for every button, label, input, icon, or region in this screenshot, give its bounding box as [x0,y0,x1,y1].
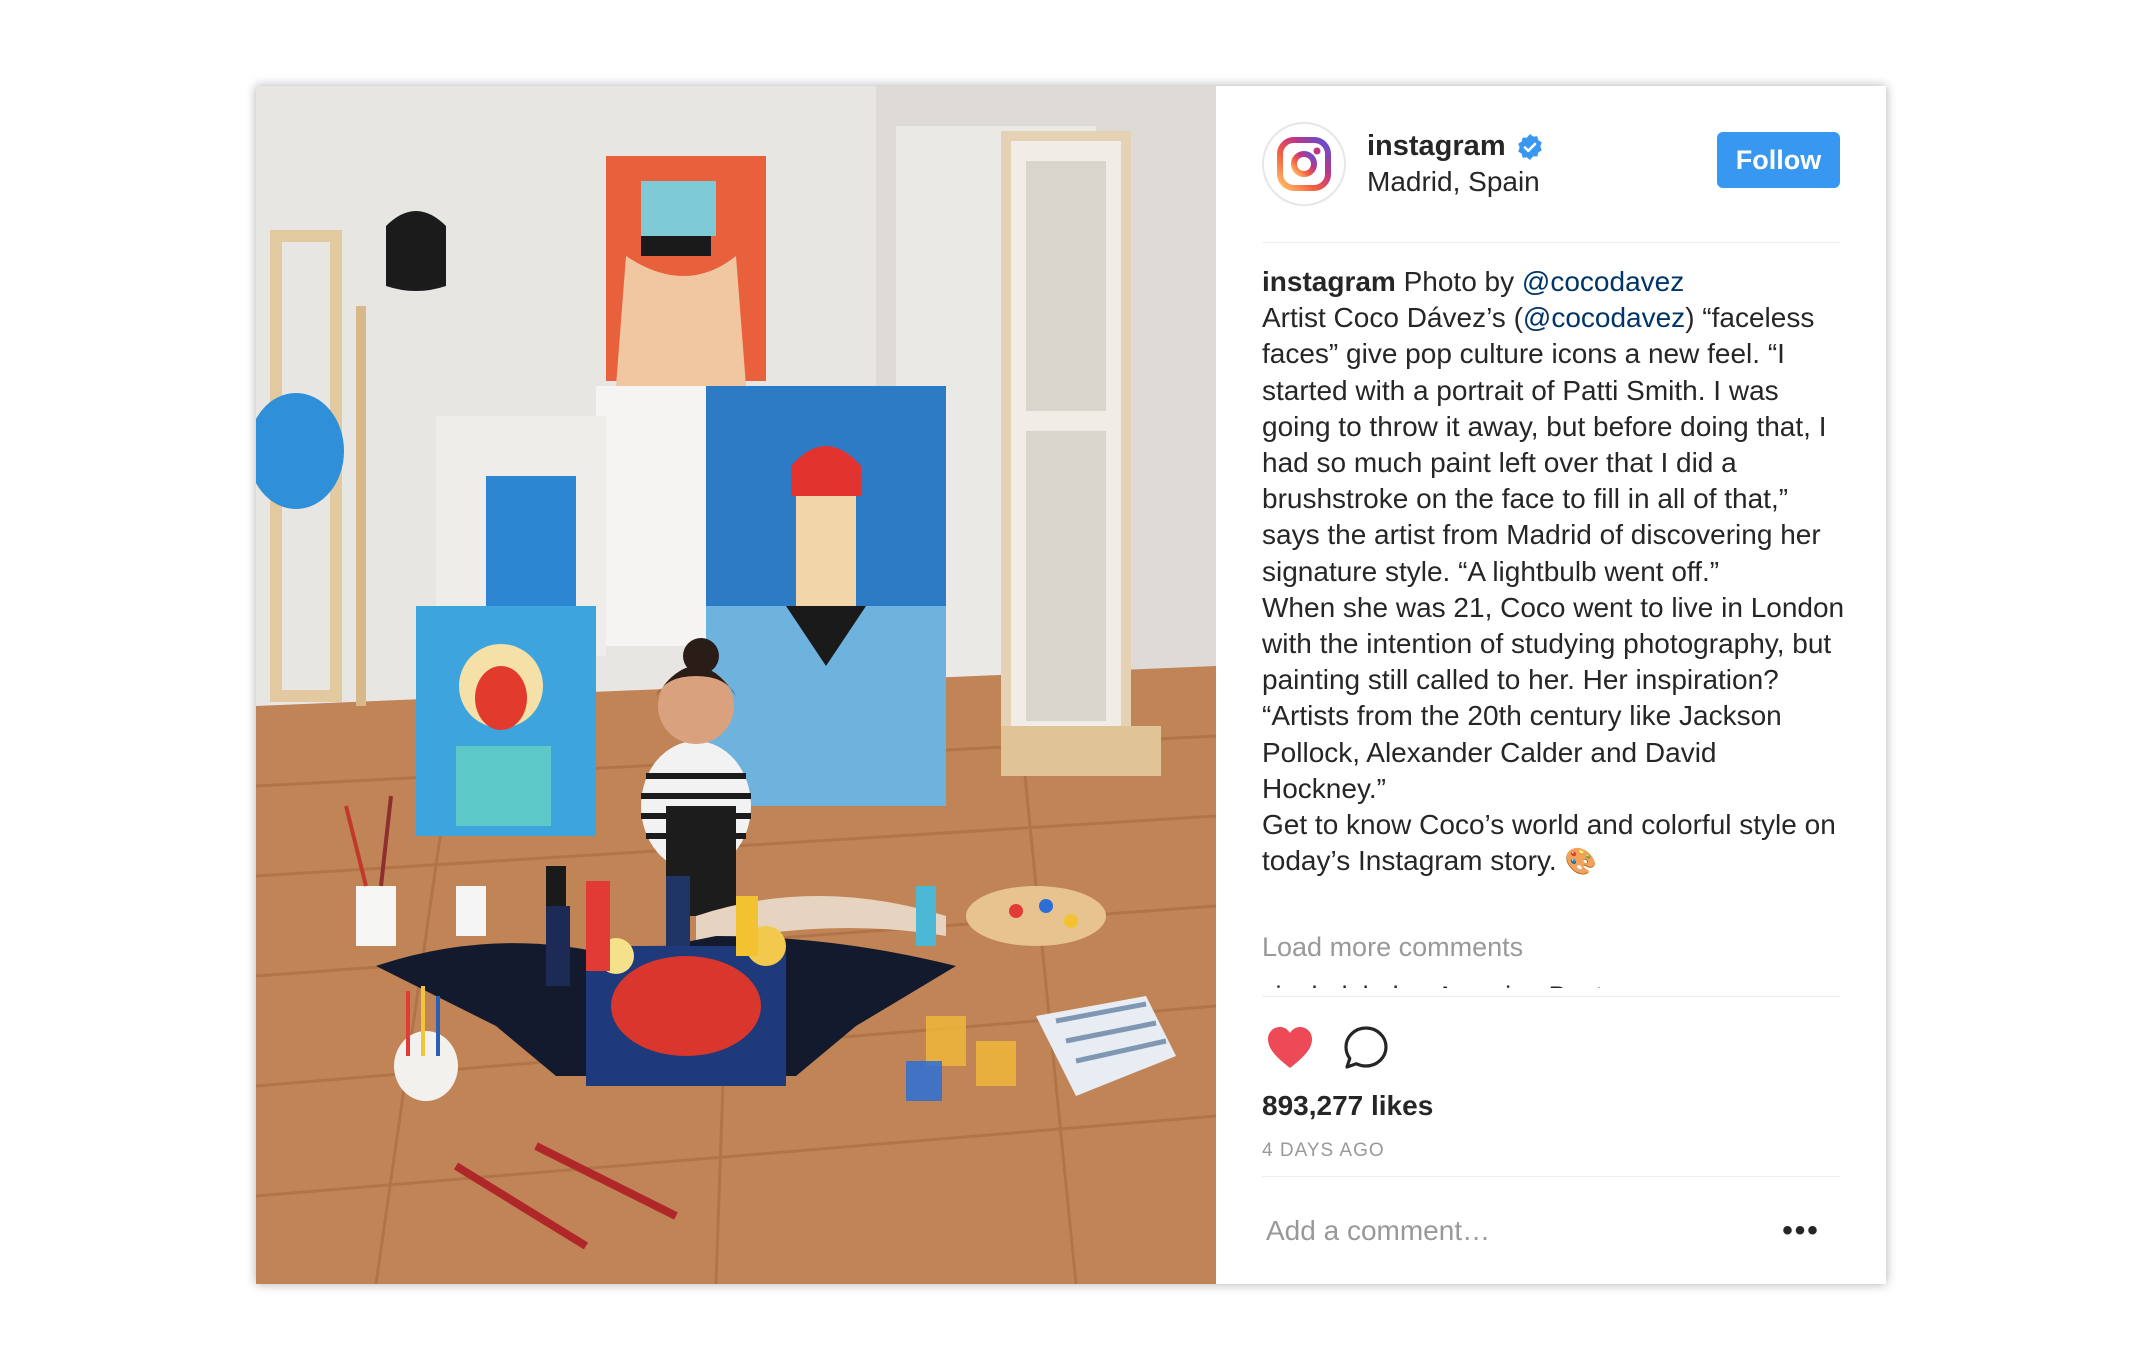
caption-mention-1[interactable]: @cocodavez [1522,266,1684,297]
avatar[interactable] [1262,122,1346,206]
post-timestamp[interactable]: 4 DAYS AGO [1262,1140,1385,1162]
heart-icon [1268,1027,1312,1068]
caption-line2-pre: Artist Coco Dávez’s ( [1262,302,1523,334]
caption-paragraph-2: When she was 21, Coco went to live in Lo… [1262,591,1845,804]
comment-icon [1344,1026,1388,1069]
post-location[interactable]: Madrid, Spain [1367,166,1540,198]
divider [1262,1176,1840,1177]
post-photo-illustration [256,86,1216,1284]
post-card: instagram Madrid, Spain Follow instagram… [256,86,1886,1284]
caption-username[interactable]: instagram [1262,266,1396,297]
divider [1262,996,1840,997]
like-button[interactable] [1262,1020,1318,1076]
caption-paragraph-3: Get to know Coco’s world and colorful st… [1262,807,1847,879]
partial-comment: xiaobolabola r Amazing Best [1262,978,1840,988]
add-comment-input[interactable] [1262,1206,1750,1256]
more-options-icon[interactable]: ••• [1766,1208,1836,1254]
likes-count[interactable]: 893,277 likes [1262,1090,1433,1122]
caption-mention-2[interactable]: @cocodavez [1523,302,1685,333]
comment-button[interactable] [1338,1020,1394,1076]
post-photo[interactable] [256,86,1216,1284]
post-actions [1262,1020,1394,1076]
username-text[interactable]: instagram [1367,130,1506,163]
caption-paragraph-1: instagram Photo by @cocodavez Artist Coc… [1262,264,1847,590]
caption-para3-text: Get to know Coco’s world and colorful st… [1262,809,1836,877]
post-username[interactable]: instagram [1367,130,1544,163]
follow-button[interactable]: Follow [1717,132,1840,188]
caption-intro: Photo by [1395,266,1522,297]
palette-emoji: 🎨 [1564,846,1597,877]
post-side-panel: instagram Madrid, Spain Follow instagram… [1216,86,1886,1284]
load-more-comments-link[interactable]: Load more comments [1262,932,1523,963]
caption-line2-post: ) “faceless faces” give pop culture icon… [1262,302,1827,587]
post-header: instagram Madrid, Spain Follow [1262,122,1840,243]
verified-badge-icon [1517,133,1542,160]
instagram-logo-icon [1277,137,1331,191]
post-caption: instagram Photo by @cocodavez Artist Coc… [1262,264,1847,879]
